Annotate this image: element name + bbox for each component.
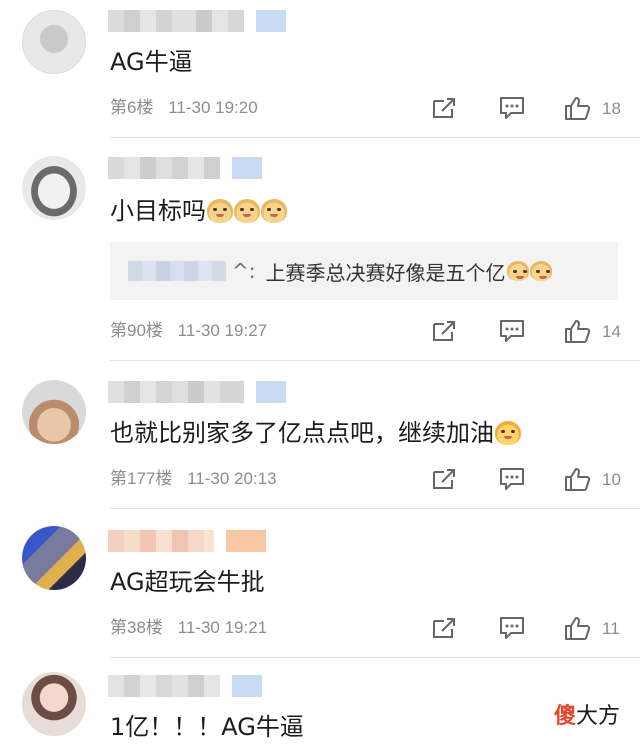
floor-number: 第90楼 — [110, 321, 163, 340]
doge-emoji-icon — [506, 261, 529, 281]
comment-text: AG牛逼 — [110, 48, 193, 76]
username-blurred[interactable] — [108, 381, 286, 403]
doge-emoji-icon — [234, 199, 260, 223]
divider — [110, 508, 640, 509]
username-blurred[interactable] — [108, 157, 262, 179]
thumbs-up-icon[interactable] — [564, 615, 592, 641]
avatar[interactable] — [22, 526, 86, 590]
comment-text: 1亿！！！AG牛逼 — [110, 713, 304, 741]
thumbs-up-icon[interactable] — [564, 95, 592, 121]
divider — [110, 137, 640, 138]
comment-icon[interactable] — [498, 466, 526, 492]
thumbs-up-icon[interactable] — [564, 318, 592, 344]
comment-meta: 第38楼 11-30 19:21 — [110, 618, 267, 638]
reply-username-blurred[interactable] — [128, 261, 226, 281]
comment-time: 11-30 19:20 — [168, 98, 258, 117]
comment-meta: 第90楼 11-30 19:27 — [110, 321, 267, 341]
doge-emoji-icon — [529, 261, 552, 281]
username-blurred[interactable] — [108, 10, 286, 32]
username-blurred[interactable] — [108, 675, 262, 697]
comment-time: 11-30 19:21 — [177, 618, 268, 637]
comment-text: 小目标吗 — [110, 196, 287, 226]
comment-text: AG超玩会牛批 — [110, 568, 265, 596]
share-icon[interactable] — [430, 95, 458, 121]
reply-user-suffix: ^: — [232, 259, 256, 283]
floor-number: 第38楼 — [110, 618, 163, 637]
comment-time: 11-30 19:27 — [177, 321, 268, 340]
divider — [110, 360, 640, 361]
comment-time: 11-30 20:13 — [187, 469, 277, 488]
share-icon[interactable] — [430, 318, 458, 344]
thumbs-up-icon[interactable] — [564, 466, 592, 492]
reply-text: 上赛季总决赛好像是五个亿 — [265, 260, 506, 285]
share-icon[interactable] — [430, 466, 458, 492]
comment-icon[interactable] — [498, 318, 526, 344]
like-count: 14 — [602, 322, 621, 341]
avatar[interactable] — [22, 156, 86, 220]
comment-meta: 第6楼 11-30 19:20 — [110, 98, 258, 118]
like-count: 11 — [602, 619, 620, 638]
comment-icon[interactable] — [498, 95, 526, 121]
comment-icon[interactable] — [498, 615, 526, 641]
reply-preview[interactable]: ^: 上赛季总决赛好像是五个亿 — [110, 242, 618, 300]
avatar[interactable] — [22, 380, 86, 444]
username-blurred[interactable] — [108, 530, 266, 552]
avatar[interactable] — [22, 10, 86, 74]
share-icon[interactable] — [430, 615, 458, 641]
doge-emoji-icon — [207, 199, 233, 223]
floor-number: 第177楼 — [110, 469, 173, 488]
like-count: 18 — [602, 99, 621, 118]
doge-emoji-icon — [261, 199, 287, 223]
floor-number: 第6楼 — [110, 98, 154, 117]
comment-text: 也就比别家多了亿点点吧，继续加油 — [110, 418, 521, 448]
comment-meta: 第177楼 11-30 20:13 — [110, 469, 277, 489]
like-count: 10 — [602, 470, 621, 489]
avatar[interactable] — [22, 672, 86, 736]
scared-emoji-icon — [495, 421, 521, 445]
watermark: 傻大方 — [553, 704, 620, 729]
divider — [110, 657, 640, 658]
